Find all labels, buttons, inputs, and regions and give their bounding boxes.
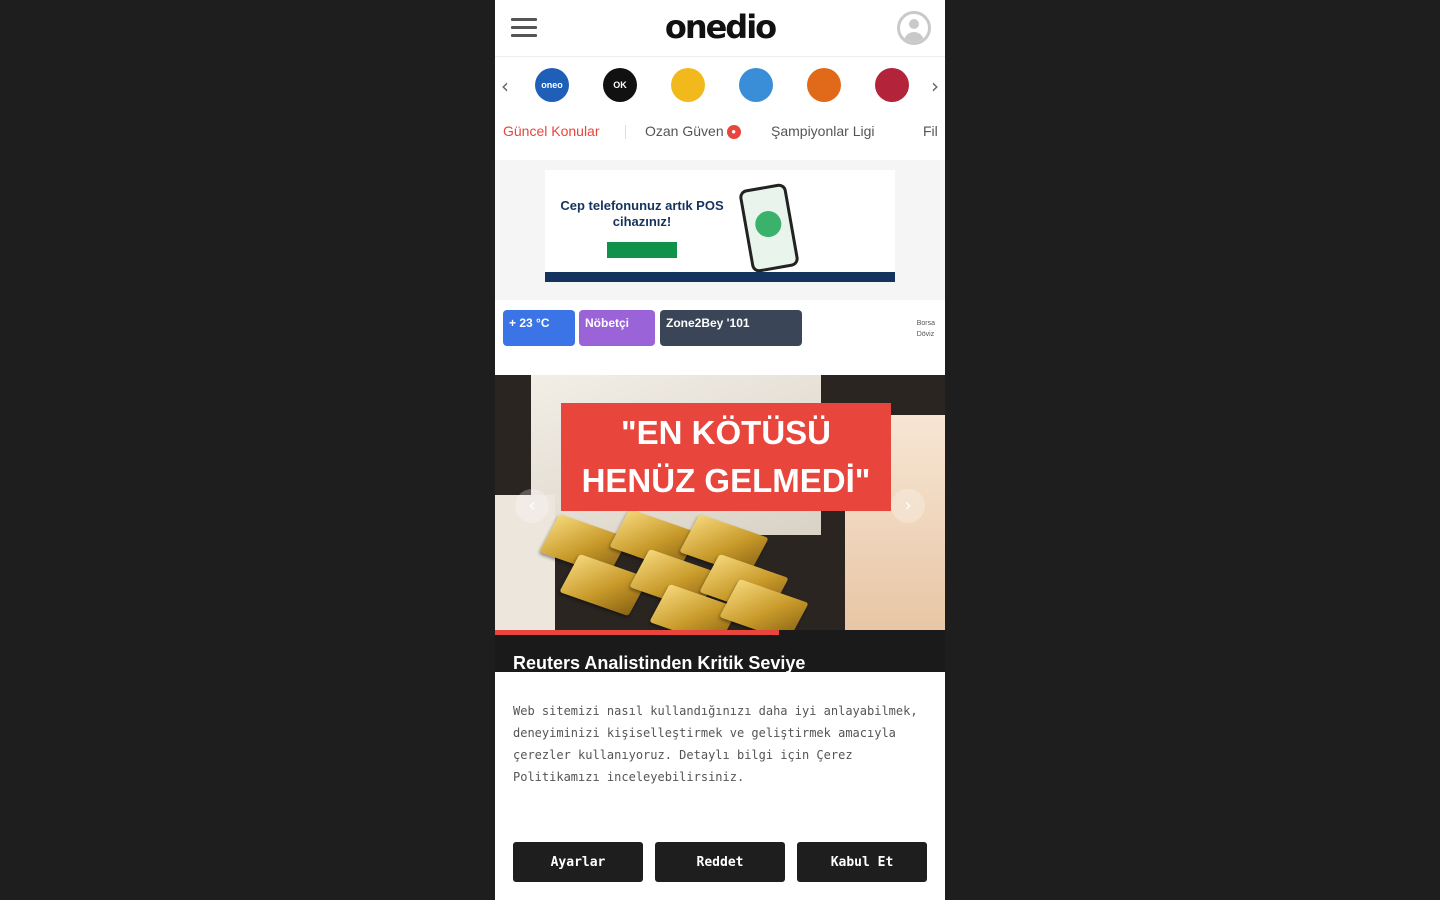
info-widgets: + 23 °C Nöbetçi Zone2Bey '101 Borsa Dövi… — [495, 308, 945, 352]
slider-prev-icon[interactable]: ‹ — [515, 489, 549, 523]
cookie-settings-button[interactable]: Ayarlar — [513, 842, 643, 882]
channel-icon-0[interactable]: oneo — [535, 68, 569, 102]
ad-bottom-bar — [545, 272, 895, 282]
cookie-consent-panel: Web sitemizi nasıl kullandığınızı daha i… — [495, 672, 945, 900]
ad-area: Cep telefonunuz artık POS cihazınız! — [495, 160, 945, 300]
pharmacy-widget[interactable]: Nöbetçi — [579, 310, 655, 346]
trend-item[interactable]: Şampiyonlar Ligi — [771, 123, 875, 139]
widget-value: Zone2Bey '101 — [666, 316, 750, 330]
mini-info-item: Döviz — [916, 331, 935, 338]
channel-icon-5[interactable] — [875, 68, 909, 102]
match-widget[interactable]: Zone2Bey '101 — [660, 310, 802, 346]
cookie-accept-button[interactable]: Kabul Et — [797, 842, 927, 882]
ad-headline: Cep telefonunuz artık POS cihazınız! — [560, 198, 724, 229]
divider — [625, 125, 626, 139]
weather-widget[interactable]: + 23 °C — [503, 310, 575, 346]
logo[interactable]: onedio — [495, 8, 945, 46]
channel-icon-3[interactable] — [739, 68, 773, 102]
advertisement-banner[interactable]: Cep telefonunuz artık POS cihazınız! — [545, 170, 895, 282]
phone-illustration — [738, 182, 800, 274]
cookie-text: Web sitemizi nasıl kullandığınızı daha i… — [513, 704, 918, 784]
hero-caption[interactable]: Reuters Analistinden Kritik Seviye — [495, 635, 945, 675]
chevron-left-icon[interactable]: ‹ — [501, 74, 509, 98]
hero-slider[interactable]: "EN KÖTÜSÜ HENÜZ GELMEDİ" ‹ › — [495, 375, 945, 630]
channel-icon-4[interactable] — [807, 68, 841, 102]
widget-value: + 23 °C — [509, 316, 550, 330]
trend-item[interactable]: Fil — [923, 123, 938, 139]
slider-next-icon[interactable]: › — [891, 489, 925, 523]
trend-item[interactable]: Ozan Güven ● — [645, 123, 741, 140]
hero-headline-banner: "EN KÖTÜSÜ HENÜZ GELMEDİ" — [561, 403, 891, 511]
channel-icon-2[interactable] — [671, 68, 705, 102]
trending-topics: Güncel Konular Ozan Güven ● Şampiyonlar L… — [495, 116, 945, 148]
market-mini-info[interactable]: Borsa Döviz — [917, 318, 935, 340]
channel-icon-1[interactable]: OK — [603, 68, 637, 102]
mini-info-item: Borsa — [916, 320, 935, 327]
user-avatar-icon[interactable] — [897, 11, 931, 45]
widget-value: Nöbetçi — [585, 316, 630, 330]
hero-banner-line: HENÜZ GELMEDİ" — [581, 462, 871, 499]
hero-banner-line: "EN KÖTÜSÜ — [621, 414, 831, 451]
ad-cta-button[interactable] — [607, 242, 677, 258]
mobile-viewport: onedio ‹ oneo OK › Güncel Konular Ozan G… — [495, 0, 945, 900]
trend-label: Ozan Güven — [645, 123, 724, 139]
trend-current-topics[interactable]: Güncel Konular — [503, 123, 600, 139]
trend-badge-icon: ● — [726, 125, 741, 140]
channel-strip: ‹ oneo OK › — [495, 60, 945, 112]
cookie-reject-button[interactable]: Reddet — [655, 842, 785, 882]
chevron-right-icon[interactable]: › — [931, 74, 939, 98]
top-bar: onedio — [495, 0, 945, 57]
